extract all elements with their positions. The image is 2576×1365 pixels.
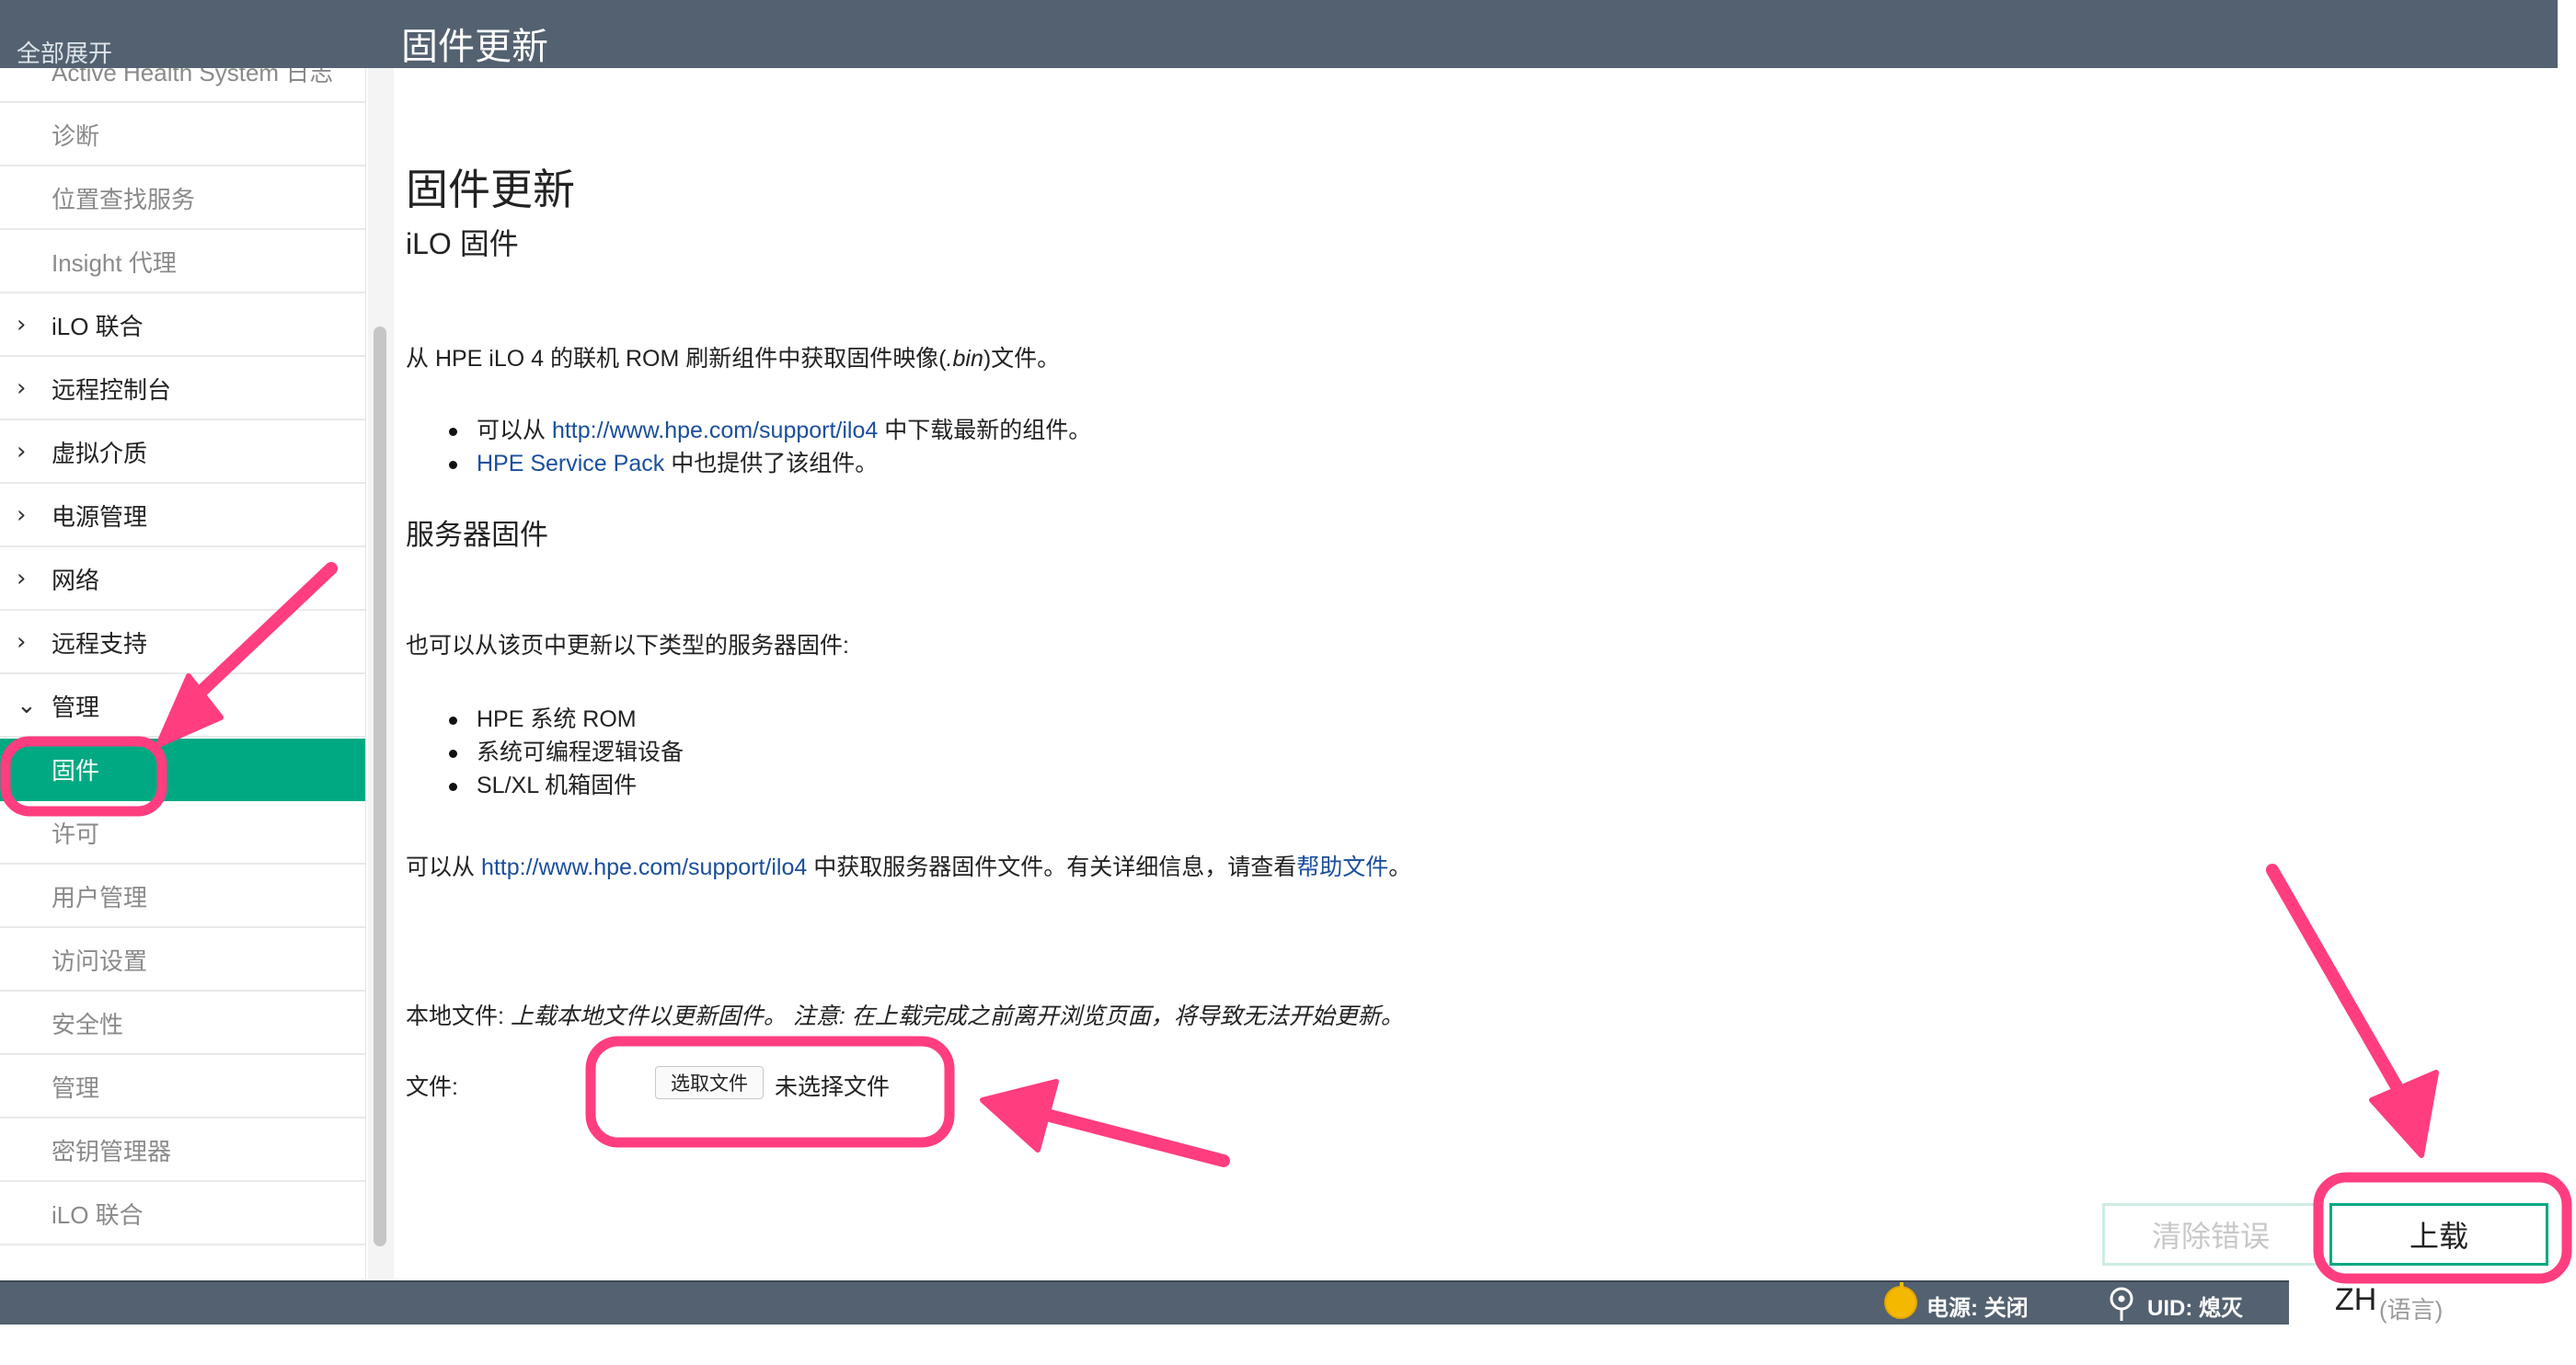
help-file-link[interactable]: 帮助文件	[1296, 855, 1388, 880]
sidebar-item[interactable]: ⌄ 管理	[0, 675, 365, 738]
server-firmware-types: HPE 系统 ROM 系统可编程逻辑设备 SL/XL 机箱固件	[442, 703, 684, 802]
sidebar-item-label: 远程支持	[52, 629, 148, 658]
chevron-down-icon: ⌄	[17, 692, 37, 719]
header-title: 固件更新	[401, 27, 548, 67]
list-item: HPE Service Pack 中也提供了该组件。	[442, 447, 1091, 480]
sidebar-item-label: Insight 代理	[52, 248, 177, 277]
list-item: SL/XL 机箱固件	[442, 769, 684, 802]
sidebar-item-label: 访问设置	[52, 946, 148, 975]
sidebar-item[interactable]: 管理	[0, 1056, 365, 1118]
intro-text-start: 从 HPE iLO 4 的联机 ROM 刷新组件中获取固件映像(	[406, 346, 947, 372]
page-title: 固件更新	[406, 166, 575, 213]
sidebar-scrollbar-thumb[interactable]	[374, 327, 386, 1246]
intro-text-end: )文件。	[983, 346, 1061, 372]
sidebar-item-label: 位置查找服务	[52, 185, 196, 213]
sidebar-item-label: iLO 联合	[52, 1200, 144, 1229]
local-file-warning: 上载本地文件以更新固件。 注意: 在上载完成之前离开浏览页面，将导致无法开始更新…	[510, 1004, 1404, 1029]
power-status[interactable]: 电源: 关闭	[1926, 1290, 2029, 1322]
sidebar-item[interactable]: 固件	[0, 739, 365, 801]
ilo-firmware-heading: iLO 固件	[406, 227, 519, 260]
ilo4-support-link-2[interactable]: http://www.hpe.com/support/ilo4	[481, 855, 807, 880]
ilo-intro-text: 从 HPE iLO 4 的联机 ROM 刷新组件中获取固件映像(.bin)文件。	[406, 340, 1060, 373]
chevron-right-icon: ›	[17, 501, 27, 529]
sidebar-item[interactable]: 位置查找服务	[0, 167, 365, 230]
sidebar-item[interactable]: iLO 联合	[0, 1183, 365, 1245]
sidebar-item[interactable]: › 虚拟介质	[0, 421, 365, 484]
sidebar-item-label: 安全性	[52, 1010, 124, 1038]
list-item: 系统可编程逻辑设备	[442, 736, 684, 769]
sidebar-item-label: 诊断	[52, 121, 100, 150]
sidebar-item[interactable]: 诊断	[0, 104, 365, 166]
sidebar-item-label: 固件	[52, 756, 100, 785]
chevron-right-icon: ›	[17, 374, 27, 402]
sidebar-item[interactable]: 访问设置	[0, 929, 365, 992]
sidebar-item-label: 虚拟介质	[52, 439, 148, 467]
no-file-selected-text: 未选择文件	[775, 1074, 891, 1100]
sidebar-item[interactable]: 用户管理	[0, 866, 365, 928]
list-item: HPE 系统 ROM	[442, 703, 684, 736]
sidebar-item-label: 许可	[52, 820, 100, 848]
language-hint: (语言)	[2379, 1296, 2444, 1324]
sidebar-item[interactable]: › 远程支持	[0, 612, 365, 674]
local-file-label: 本地文件:	[406, 1004, 511, 1029]
expand-all-link[interactable]: 全部展开	[17, 35, 112, 69]
sidebar-item-label: 网络	[52, 566, 100, 594]
annotation-arrow-file	[1033, 1107, 1230, 1167]
sidebar-item-label: 管理	[52, 693, 100, 721]
ilo-source-list: 可以从 http://www.hpe.com/support/ilo4 中下载最…	[442, 414, 1091, 480]
sidebar-item[interactable]: Active Health System 日志	[0, 68, 365, 103]
chevron-right-icon: ›	[17, 565, 27, 592]
sidebar-nav: Active Health System 日志诊断位置查找服务 Insight 代…	[0, 68, 366, 1279]
sidebar-item[interactable]: Insight 代理	[0, 231, 365, 293]
sidebar-item-label: 电源管理	[52, 502, 148, 531]
sidebar-item[interactable]: › iLO 联合	[0, 294, 365, 357]
server-firmware-source-text: 可以从 http://www.hpe.com/support/ilo4 中获取服…	[406, 855, 1412, 880]
chevron-right-icon: ›	[17, 628, 27, 656]
sidebar-item-label: 用户管理	[52, 883, 148, 912]
sidebar-item[interactable]: › 电源管理	[0, 485, 365, 547]
annotation-highlight-file	[585, 1036, 955, 1148]
sidebar-item-label: iLO 联合	[52, 312, 144, 340]
uid-status[interactable]: UID: 熄灭	[2147, 1290, 2243, 1322]
upload-button[interactable]: 上载	[2329, 1203, 2548, 1266]
service-pack-link[interactable]: HPE Service Pack	[477, 451, 664, 476]
sidebar-item-label: 远程控制台	[52, 375, 172, 404]
power-icon[interactable]	[1884, 1282, 1917, 1319]
top-bar: 全部展开 固件更新	[0, 0, 2558, 68]
ilo4-support-link[interactable]: http://www.hpe.com/support/ilo4	[552, 418, 878, 443]
local-file-note: 本地文件: 上载本地文件以更新固件。 注意: 在上载完成之前离开浏览页面，将导致…	[406, 998, 1404, 1031]
sidebar-item[interactable]: › 网络	[0, 548, 365, 611]
sidebar-item-label: 管理	[52, 1073, 100, 1102]
sidebar-item[interactable]: 密钥管理器	[0, 1119, 365, 1182]
clear-errors-button[interactable]: 清除错误	[2102, 1203, 2319, 1266]
annotation-arrow-upload	[2266, 864, 2408, 1101]
list-item: 可以从 http://www.hpe.com/support/ilo4 中下载最…	[442, 414, 1091, 447]
file-label: 文件:	[406, 1074, 458, 1100]
sidebar-item[interactable]: › 远程控制台	[0, 358, 365, 420]
language-code[interactable]: ZH	[2335, 1282, 2376, 1318]
sidebar-item-label: 密钥管理器	[52, 1137, 172, 1165]
sidebar-item-label: Active Health System 日志	[52, 68, 334, 86]
server-intro-text: 也可以从该页中更新以下类型的服务器固件:	[406, 633, 849, 659]
sidebar-item[interactable]: 许可	[0, 802, 365, 865]
choose-file-button[interactable]: 选取文件	[655, 1066, 764, 1099]
server-firmware-heading: 服务器固件	[406, 519, 548, 551]
bin-extension: .bin	[946, 346, 983, 372]
uid-location-icon[interactable]	[2107, 1286, 2136, 1323]
sidebar-item[interactable]: 安全性	[0, 992, 365, 1055]
chevron-right-icon: ›	[17, 438, 27, 465]
chevron-right-icon: ›	[17, 311, 27, 338]
